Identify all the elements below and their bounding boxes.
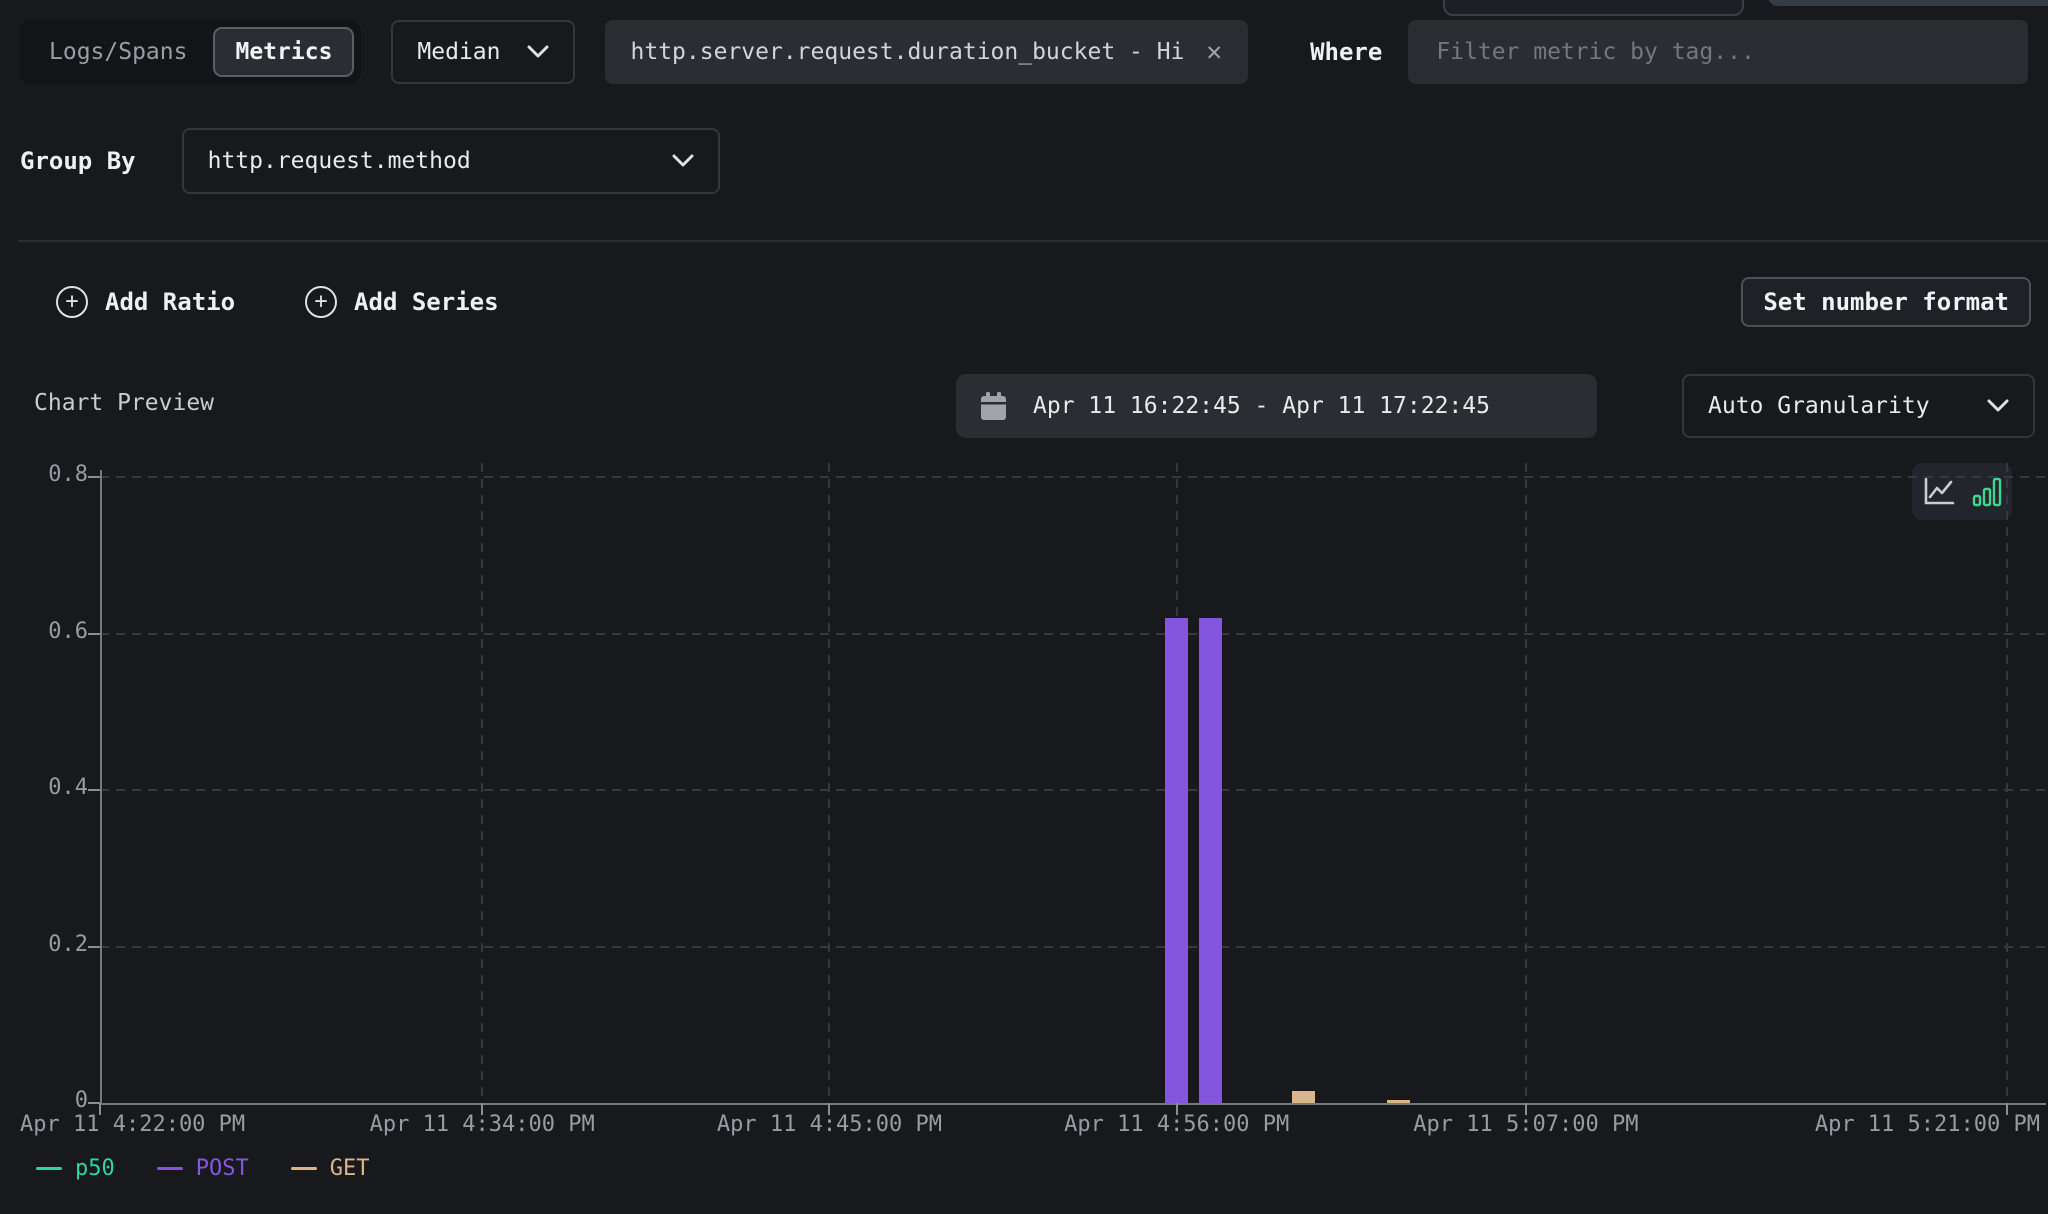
legend-dash-icon [36, 1167, 62, 1170]
y-tickmark [88, 633, 100, 635]
x-gridline [1525, 463, 1527, 1103]
y-tickmark [88, 476, 100, 478]
y-gridline [100, 789, 2048, 791]
y-tick-label: 0.8 [16, 462, 88, 487]
legend-item-p50[interactable]: p50 [36, 1156, 115, 1181]
x-tick-label: Apr 11 4:34:00 PM [370, 1112, 595, 1137]
x-gridline [2006, 463, 2008, 1103]
y-tick-label: 0 [16, 1088, 88, 1113]
chart-bar-post [1165, 618, 1188, 1103]
x-axis [100, 1103, 2046, 1105]
legend-item-get[interactable]: GET [291, 1156, 370, 1181]
y-tick-label: 0.4 [16, 775, 88, 800]
x-tick-label: Apr 11 4:56:00 PM [1064, 1112, 1289, 1137]
x-gridline [481, 463, 483, 1103]
y-tick-label: 0.6 [16, 619, 88, 644]
y-tickmark [88, 946, 100, 948]
y-tick-label: 0.2 [16, 932, 88, 957]
chart-preview-plot: p50 POST GET 0 0.2 0.4 0.6 0.8 Apr 11 4:22:00 P… [0, 0, 2048, 1214]
x-gridline [828, 463, 830, 1103]
line-chart-icon[interactable] [1922, 476, 1956, 507]
legend-label: POST [196, 1156, 249, 1181]
y-gridline [100, 633, 2048, 635]
chart-legend: p50 POST GET [36, 1156, 369, 1181]
y-gridline [100, 476, 2048, 478]
bar-chart-icon[interactable] [1972, 476, 2003, 507]
chart-bar-post [1199, 618, 1222, 1103]
legend-label: GET [330, 1156, 370, 1181]
x-tick-label: Apr 11 5:07:00 PM [1413, 1112, 1638, 1137]
legend-item-post[interactable]: POST [157, 1156, 249, 1181]
x-tick-label: Apr 11 4:45:00 PM [717, 1112, 942, 1137]
y-axis [100, 470, 102, 1103]
legend-dash-icon [291, 1167, 317, 1170]
x-tick-label: Apr 11 4:22:00 PM [20, 1112, 245, 1137]
y-tickmark [88, 789, 100, 791]
x-tick-label: Apr 11 5:21:00 PM [1815, 1112, 2040, 1137]
chart-type-toggle [1912, 463, 2012, 520]
chart-bar-get [1292, 1091, 1315, 1103]
legend-label: p50 [75, 1156, 115, 1181]
legend-dash-icon [157, 1167, 183, 1170]
y-gridline [100, 946, 2048, 948]
